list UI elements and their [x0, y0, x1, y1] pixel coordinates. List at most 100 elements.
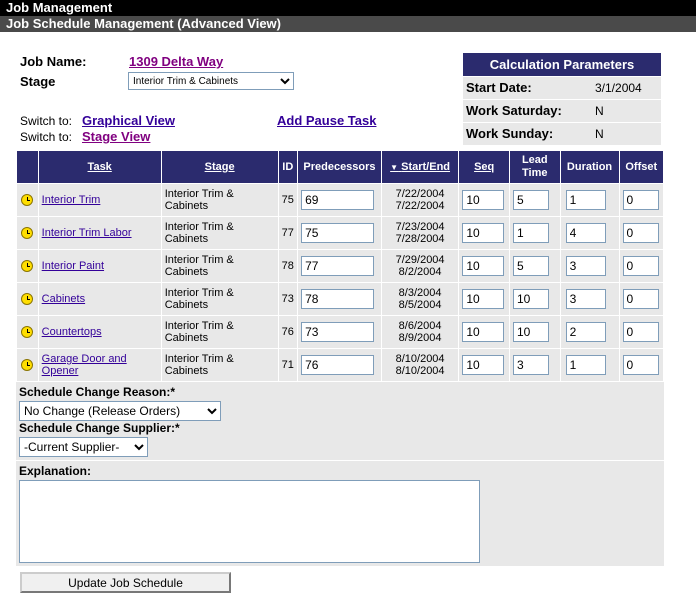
seq-input[interactable] [462, 190, 505, 210]
start-end-cell: 8/3/2004 8/5/2004 [381, 283, 459, 315]
offset-input[interactable] [622, 256, 659, 276]
clock-cell [17, 184, 38, 216]
predecessors-input[interactable] [301, 289, 375, 309]
reason-select[interactable]: No Change (Release Orders) [19, 401, 221, 421]
work-saturday-label: Work Saturday: [463, 98, 593, 122]
stage-view-link[interactable]: Stage View [82, 129, 150, 144]
work-sunday-label: Work Sunday: [463, 121, 593, 145]
supplier-label: Schedule Change Supplier:* [19, 421, 180, 435]
predecessors-input[interactable] [301, 322, 375, 342]
predecessors-cell [298, 283, 381, 315]
task-link[interactable]: Interior Trim Labor [42, 227, 132, 239]
table-row: Countertops Interior Trim & Cabinets76 8/6… [17, 316, 663, 348]
end-date: 8/10/2004 [395, 365, 445, 377]
task-link[interactable]: Interior Trim [42, 194, 101, 206]
end-date: 7/22/2004 [395, 200, 445, 212]
lead-time-input[interactable] [512, 256, 549, 276]
column-header-lead-time: Lead Time [509, 151, 560, 183]
offset-input[interactable] [622, 190, 659, 210]
stage-header-label[interactable]: Stage [205, 161, 235, 173]
job-name-label: Job Name: [20, 54, 87, 69]
offset-cell [619, 184, 663, 216]
divider [16, 460, 664, 461]
stage-cell: Interior Trim & Cabinets [161, 283, 278, 315]
clock-icon [21, 194, 34, 207]
id-cell: 77 [278, 217, 298, 249]
clock-cell [17, 316, 38, 348]
predecessors-input[interactable] [301, 223, 375, 243]
explanation-textarea[interactable] [19, 480, 480, 563]
seq-cell [459, 316, 509, 348]
id-cell: 76 [278, 316, 298, 348]
lead-time-input[interactable] [512, 322, 549, 342]
seq-cell [459, 184, 509, 216]
start-end-header-label[interactable]: Start/End [401, 161, 450, 173]
column-header-seq[interactable]: Seq [459, 151, 509, 183]
stage-cell: Interior Trim & Cabinets [161, 217, 278, 249]
work-saturday-value: N [593, 98, 661, 122]
offset-input[interactable] [622, 355, 659, 375]
task-header-label[interactable]: Task [88, 161, 112, 173]
sort-down-icon: ▼ [390, 163, 399, 172]
lead-time-input[interactable] [512, 355, 549, 375]
graphical-view-link[interactable]: Graphical View [82, 113, 175, 128]
task-link[interactable]: Interior Paint [42, 260, 104, 272]
lead-time-input[interactable] [512, 190, 549, 210]
column-header-start-end[interactable]: ▼ Start/End [381, 151, 459, 183]
duration-input[interactable] [565, 355, 606, 375]
task-link[interactable]: Garage Door and Opener [42, 353, 127, 377]
seq-input[interactable] [462, 289, 505, 309]
offset-input[interactable] [622, 223, 659, 243]
start-end-cell: 7/29/2004 8/2/2004 [381, 250, 459, 282]
predecessors-input[interactable] [301, 190, 375, 210]
table-row: Cabinets Interior Trim & Cabinets73 8/3/20… [17, 283, 663, 315]
duration-input[interactable] [565, 289, 606, 309]
duration-input[interactable] [565, 190, 606, 210]
seq-input[interactable] [462, 355, 505, 375]
schedule-table: Task Stage ID Predecessors ▼ Start/End S… [16, 150, 664, 382]
predecessors-input[interactable] [301, 355, 375, 375]
id-cell: 73 [278, 283, 298, 315]
seq-cell [459, 250, 509, 282]
stage-select[interactable]: Interior Trim & Cabinets [128, 72, 294, 90]
seq-input[interactable] [462, 223, 505, 243]
clock-icon [21, 326, 34, 339]
stage-label: Stage [20, 74, 56, 89]
add-pause-task-link[interactable]: Add Pause Task [277, 113, 376, 128]
seq-cell [459, 217, 509, 249]
duration-input[interactable] [565, 256, 606, 276]
predecessors-input[interactable] [301, 256, 375, 276]
clock-cell [17, 250, 38, 282]
start-date-value: 3/1/2004 [593, 75, 661, 99]
task-link[interactable]: Cabinets [42, 293, 85, 305]
column-header-stage[interactable]: Stage [161, 151, 278, 183]
lead-time-input[interactable] [512, 289, 549, 309]
seq-cell [459, 283, 509, 315]
duration-input[interactable] [565, 223, 606, 243]
supplier-select[interactable]: -Current Supplier- [19, 437, 148, 457]
start-date: 7/23/2004 [395, 221, 445, 233]
offset-cell [619, 250, 663, 282]
offset-input[interactable] [622, 289, 659, 309]
seq-header-label[interactable]: Seq [474, 161, 494, 173]
predecessors-cell [298, 349, 381, 381]
predecessors-cell [298, 217, 381, 249]
clock-cell [17, 217, 38, 249]
offset-input[interactable] [622, 322, 659, 342]
duration-input[interactable] [565, 322, 606, 342]
start-date: 7/22/2004 [395, 188, 445, 200]
switch-prefix-2: Switch to: [20, 130, 73, 144]
icon-column-header [17, 151, 38, 183]
update-job-schedule-button[interactable]: Update Job Schedule [20, 572, 231, 593]
column-header-task[interactable]: Task [38, 151, 161, 183]
job-name-link[interactable]: 1309 Delta Way [129, 54, 223, 69]
seq-input[interactable] [462, 256, 505, 276]
table-row: Interior Paint Interior Trim & Cabinets 78… [17, 250, 663, 282]
column-header-predecessors: Predecessors [298, 151, 381, 183]
lead-time-input[interactable] [512, 223, 549, 243]
seq-input[interactable] [462, 322, 505, 342]
change-form: Schedule Change Reason:* No Change (Rele… [16, 382, 664, 566]
column-header-id: ID [278, 151, 298, 183]
task-link[interactable]: Countertops [42, 326, 102, 338]
app-title: Job Management [0, 0, 696, 16]
